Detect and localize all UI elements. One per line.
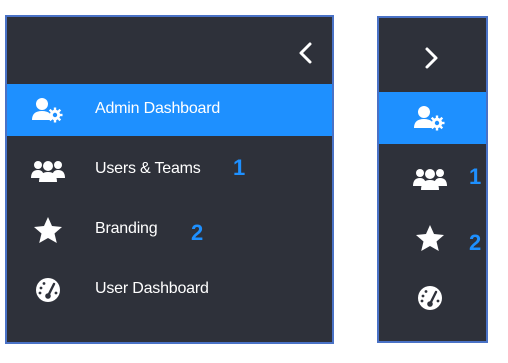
star-icon xyxy=(413,224,447,252)
admin-settings-icon xyxy=(413,104,447,132)
admin-settings-icon xyxy=(31,96,65,124)
dashboard-gauge-icon xyxy=(413,284,447,312)
sidebar-item-label: User Dashboard xyxy=(95,280,209,297)
users-icon xyxy=(31,156,65,184)
dashboard-gauge-icon xyxy=(31,276,65,304)
sidebar-item-label: Branding xyxy=(95,220,158,237)
sidebar-expanded: Admin Dashboard Users & Teams Branding U… xyxy=(5,15,334,344)
sidebar-item-admin-dashboard[interactable]: Admin Dashboard xyxy=(7,84,332,136)
sidebar-item-user-dashboard[interactable]: User Dashboard xyxy=(7,264,332,316)
star-icon xyxy=(31,216,65,244)
collapse-sidebar-button[interactable] xyxy=(294,35,318,71)
badge-users-teams: 1 xyxy=(469,164,482,189)
sidebar-item-label: Users & Teams xyxy=(95,160,201,177)
badge-users-teams: 1 xyxy=(233,155,246,180)
chevron-left-icon xyxy=(299,42,312,64)
sidebar-item-user-dashboard[interactable] xyxy=(379,272,486,324)
users-icon xyxy=(413,164,447,192)
sidebar-item-label: Admin Dashboard xyxy=(95,100,221,117)
sidebar-item-users-teams[interactable]: Users & Teams xyxy=(7,144,332,196)
sidebar-item-branding[interactable]: Branding xyxy=(7,204,332,256)
chevron-right-icon xyxy=(425,47,438,69)
sidebar-item-admin-dashboard[interactable] xyxy=(379,92,486,144)
badge-branding: 2 xyxy=(191,220,204,245)
expand-sidebar-button[interactable] xyxy=(419,40,443,76)
badge-branding: 2 xyxy=(469,230,482,255)
